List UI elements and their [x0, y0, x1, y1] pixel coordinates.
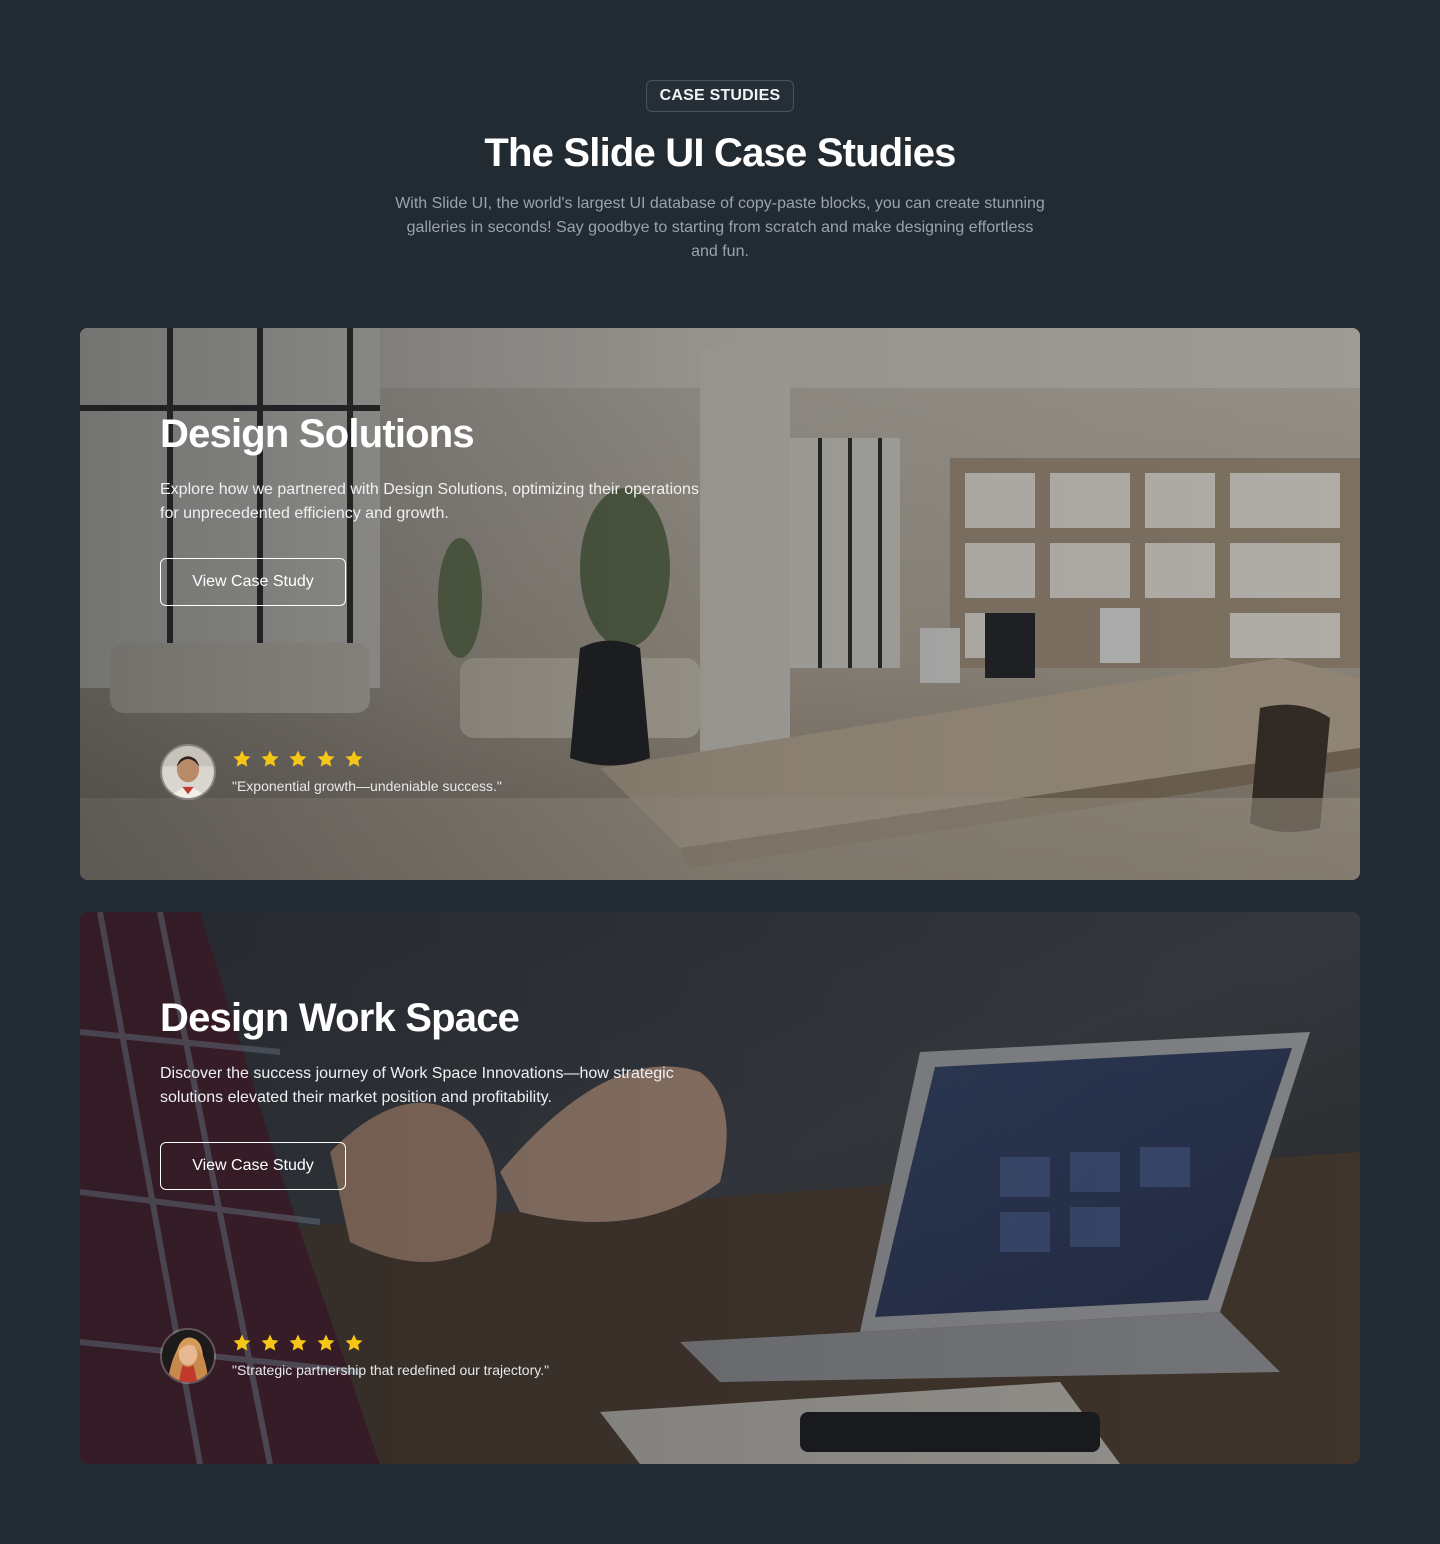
avatar: [160, 1328, 216, 1384]
section-title: The Slide UI Case Studies: [484, 131, 956, 175]
star-icon: [345, 750, 363, 767]
star-icon: [289, 1334, 307, 1351]
star-icon: [289, 750, 307, 767]
card-description: Discover the success journey of Work Spa…: [160, 1065, 674, 1106]
case-studies-page: CASE STUDIES The Slide UI Case Studies W…: [0, 0, 1440, 1544]
testimonial: "Exponential growth—undeniable success.": [160, 744, 502, 800]
card-content: Design Work Space Discover the success j…: [160, 992, 780, 1190]
testimonial: "Strategic partnership that redefined ou…: [160, 1328, 549, 1384]
testimonial-quote: "Exponential growth—undeniable success.": [232, 778, 502, 794]
avatar: [160, 744, 216, 800]
star-icon: [233, 1334, 251, 1351]
view-case-study-button[interactable]: View Case Study: [160, 1142, 346, 1190]
star-icon: [317, 750, 335, 767]
section-subtitle: With Slide UI, the world's largest UI da…: [395, 195, 1045, 260]
card-content: Design Solutions Explore how we partnere…: [160, 408, 780, 606]
card-description: Explore how we partnered with Design Sol…: [160, 481, 699, 522]
case-study-card-design-solutions: Design Solutions Explore how we partnere…: [80, 328, 1360, 880]
card-title: Design Solutions: [160, 412, 475, 456]
view-case-study-button[interactable]: View Case Study: [160, 558, 346, 606]
star-icon: [261, 750, 279, 767]
star-icon: [261, 1334, 279, 1351]
star-icon: [345, 1334, 363, 1351]
testimonial-body: "Strategic partnership that redefined ou…: [232, 1333, 549, 1379]
star-rating: [232, 1333, 549, 1353]
testimonial-body: "Exponential growth—undeniable success.": [232, 749, 502, 795]
testimonial-quote: "Strategic partnership that redefined ou…: [232, 1362, 550, 1378]
star-icon: [233, 750, 251, 767]
case-study-card-design-work-space: Design Work Space Discover the success j…: [80, 912, 1360, 1464]
card-title: Design Work Space: [160, 996, 520, 1040]
star-icon: [317, 1334, 335, 1351]
section-badge: CASE STUDIES: [646, 80, 794, 112]
star-rating: [232, 749, 502, 769]
